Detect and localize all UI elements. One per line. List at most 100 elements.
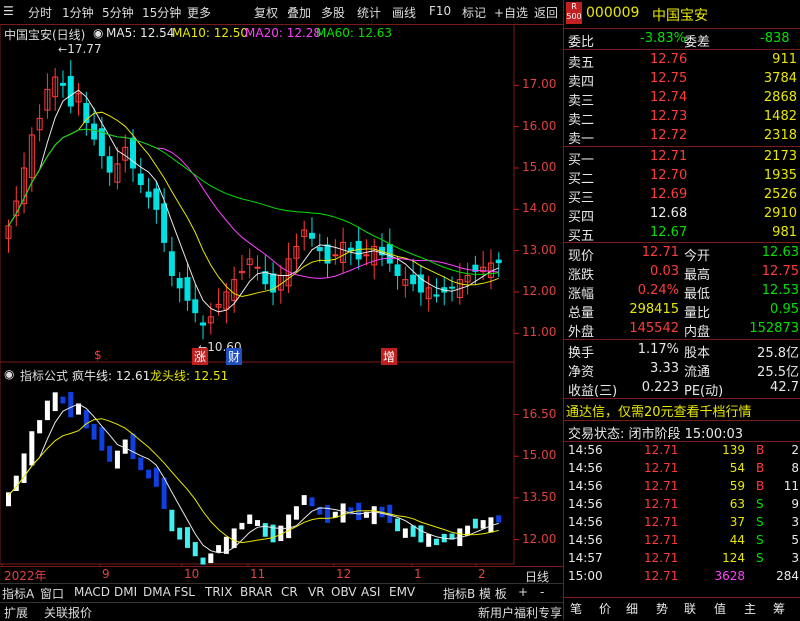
- buy-level-price[interactable]: 12.68: [650, 206, 687, 221]
- event-zhang[interactable]: 涨: [192, 348, 209, 365]
- event-cai[interactable]: 财: [226, 348, 243, 365]
- sell-level-price[interactable]: 12.72: [650, 128, 687, 143]
- candle-body: [410, 274, 417, 285]
- quote-tab-6[interactable]: 主: [744, 600, 756, 617]
- stat-value: 0.24%: [637, 283, 679, 298]
- indicator-line1: 疯牛线: 12.61: [72, 369, 151, 383]
- candle-body: [59, 82, 66, 86]
- indicator-tab-11[interactable]: ASI: [361, 585, 380, 599]
- candle-body: [433, 294, 440, 297]
- indicator-tab-5[interactable]: FSL: [174, 585, 195, 599]
- quote-tab-4[interactable]: 联: [684, 600, 696, 617]
- indicator-bar: [200, 557, 206, 565]
- indicator-y-tick-label: 13.50: [522, 489, 557, 504]
- toolbar-biaoji[interactable]: 标记: [462, 4, 486, 21]
- buy-level-price[interactable]: 12.67: [650, 225, 687, 240]
- indicator-bar: [184, 527, 190, 548]
- sell-level-price[interactable]: 12.73: [650, 109, 687, 124]
- quote-tab-5[interactable]: 值: [714, 600, 726, 617]
- quote-tab-2[interactable]: 细: [626, 600, 638, 617]
- new-user-benefit-link[interactable]: 新用户福利专享: [478, 604, 562, 621]
- sell-level-volume: 3784: [763, 71, 797, 86]
- indicator-tab-0[interactable]: 指标A: [2, 585, 34, 602]
- buy-level-price[interactable]: 12.71: [650, 149, 687, 164]
- indicator-tab-14[interactable]: 模 板: [479, 585, 507, 602]
- toolbar-tongji[interactable]: 统计: [357, 4, 381, 21]
- toolbar-5min[interactable]: 5分钟: [102, 4, 134, 21]
- indicator-collapse-icon[interactable]: ◉: [4, 367, 14, 381]
- y-tick-label: 12.00: [522, 284, 557, 298]
- tick-price: 12.71: [644, 551, 679, 565]
- quote-tab-1[interactable]: 价: [599, 600, 611, 617]
- sell-level-price[interactable]: 12.75: [650, 71, 687, 86]
- high-marker: ←17.77: [58, 42, 102, 56]
- chart-area[interactable]: 中国宝安(日线) ◉ MA5: 12.54 MA10: 12.50 MA20: …: [0, 24, 563, 583]
- indicator-tab-4[interactable]: DMA: [143, 585, 171, 599]
- indicator-tab-16[interactable]: -: [540, 585, 544, 599]
- indicator-bar: [37, 420, 43, 434]
- toolbar-1min[interactable]: 1分钟: [62, 4, 94, 21]
- tick-count: 2: [791, 443, 799, 457]
- toolbar-fenshi[interactable]: 分时: [28, 4, 52, 21]
- indicator-bar: [262, 523, 268, 537]
- indicator-bar: [169, 509, 175, 532]
- indicator-tab-2[interactable]: MACD: [74, 585, 110, 599]
- toolbar-duogu[interactable]: 多股: [321, 4, 345, 21]
- expand-tab[interactable]: 扩展: [4, 604, 28, 621]
- toolbar-fuquan[interactable]: 复权: [254, 4, 278, 21]
- toolbar-add-favorite[interactable]: +自选: [494, 4, 528, 21]
- kline-chart[interactable]: [0, 24, 563, 566]
- indicator-tab-3[interactable]: DMI: [114, 585, 137, 599]
- indicator-tab-7[interactable]: BRAR: [240, 585, 273, 599]
- stat-label-2: 最低: [684, 287, 711, 302]
- buy-level-label: 买二: [568, 172, 595, 187]
- y-tick-label: 15.00: [522, 160, 557, 174]
- collapse-icon[interactable]: ◉: [93, 26, 103, 40]
- buy-level-price[interactable]: 12.69: [650, 187, 687, 202]
- indicator-tab-15[interactable]: +: [518, 585, 528, 599]
- toolbar-back[interactable]: 返回: [534, 4, 558, 21]
- indicator-bar: [395, 518, 401, 532]
- ma20-line: [8, 128, 499, 279]
- quote-tab-3[interactable]: 势: [656, 600, 668, 617]
- candle-body: [254, 266, 261, 269]
- indicator-tab-9[interactable]: VR: [308, 585, 325, 599]
- indicator-tab-8[interactable]: CR: [281, 585, 298, 599]
- tick-time: 14:56: [568, 479, 603, 493]
- event-zeng[interactable]: 增: [381, 348, 398, 365]
- tick-time: 14:56: [568, 497, 603, 511]
- quote-tab-0[interactable]: 笔: [570, 600, 582, 617]
- sell-level-label: 卖四: [568, 75, 595, 90]
- toolbar-f10[interactable]: F10: [429, 4, 451, 18]
- indicator-tab-6[interactable]: TRIX: [205, 585, 232, 599]
- related-quote-tab[interactable]: 关联报价: [44, 604, 92, 621]
- tick-volume: 3628: [714, 569, 745, 583]
- stat2-label: 换手: [568, 346, 595, 361]
- sell-level-price[interactable]: 12.74: [650, 90, 687, 105]
- tick-count: 3: [791, 515, 799, 529]
- indicator-bar: [255, 520, 260, 526]
- stock-code: 000009: [586, 5, 640, 21]
- tick-price: 12.71: [644, 515, 679, 529]
- promo-link[interactable]: 通达信，仅需20元查看千档行情: [566, 401, 752, 420]
- toolbar-menu-icon[interactable]: ☰: [3, 4, 14, 18]
- chart-toolbar: ☰ 分时 1分钟 5分钟 15分钟 更多 复权 叠加 多股 统计 画线 F10 …: [0, 0, 563, 25]
- toolbar-more[interactable]: 更多: [187, 4, 211, 21]
- toolbar-15min[interactable]: 15分钟: [142, 4, 181, 21]
- quote-panel: R 500 000009 中国宝安 委比 -3.83% 委差 -838 卖五 12.…: [563, 0, 800, 620]
- stat-value: 12.71: [641, 245, 679, 260]
- indicator-tab-1[interactable]: 窗口: [40, 585, 64, 602]
- sell-level-price[interactable]: 12.76: [650, 52, 687, 67]
- toolbar-huaxian[interactable]: 画线: [392, 4, 416, 21]
- buy-level-price[interactable]: 12.70: [650, 168, 687, 183]
- indicator-tab-13[interactable]: 指标B: [443, 585, 475, 602]
- toolbar-diejia[interactable]: 叠加: [287, 4, 311, 21]
- event-dollar[interactable]: $: [94, 348, 102, 362]
- tick-price: 12.71: [644, 461, 679, 475]
- x-axis-strip: 日线: [0, 566, 563, 584]
- tick-volume: 124: [722, 551, 745, 565]
- indicator-tab-12[interactable]: EMV: [389, 585, 415, 599]
- quote-tab-7[interactable]: 筹: [773, 600, 785, 617]
- buy-level-volume: 2526: [763, 187, 797, 202]
- indicator-tab-10[interactable]: OBV: [331, 585, 357, 599]
